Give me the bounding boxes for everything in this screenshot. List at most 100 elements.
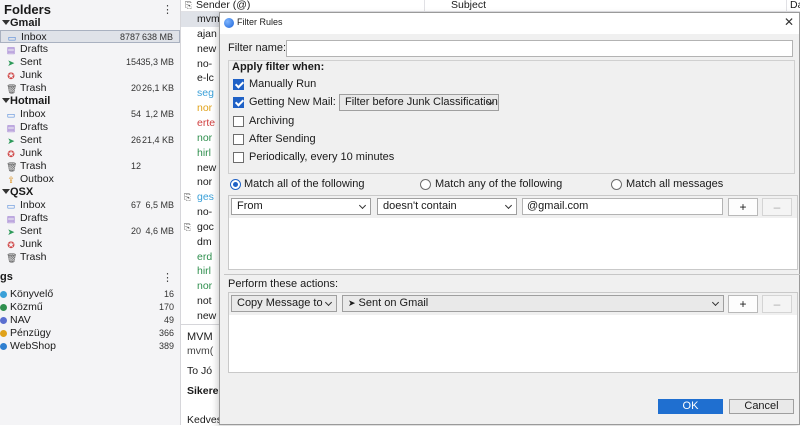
add-action-button[interactable]: + [728,295,758,313]
folder-count: 26 [130,135,141,145]
tag-label: NAV [10,314,31,326]
tag-icon [0,304,7,311]
account-row[interactable]: Hotmail [0,95,180,108]
folder-label: Sent [20,225,42,237]
tag-label: Könyvelő [10,288,54,300]
tag-item[interactable]: WebShop 389 [0,340,180,353]
folder-pane-menu-icon[interactable]: ⋮ [162,3,173,16]
folder-item[interactable]: 🗑 Trash [0,251,180,264]
criteria-row: From doesn't contain @gmail.com + – [229,196,797,218]
criteria-operator-select[interactable]: doesn't contain [377,198,517,215]
criteria-value-input[interactable]: @gmail.com [522,198,723,215]
chevron-down-icon[interactable] [2,20,10,25]
attachment-column-icon[interactable]: ⎘ [185,0,192,11]
remove-action-button[interactable]: – [762,295,792,313]
action-target-value: Sent on Gmail [358,297,429,309]
folder-count: 12 [130,161,141,171]
tag-item[interactable]: Közmű 170 [0,301,180,314]
action-target-select[interactable]: ➤ Sent on Gmail [342,295,724,312]
folder-item[interactable]: ➤ Sent 26 21,4 KB [0,134,180,147]
message-sender: dm [197,235,212,248]
filter-name-input[interactable] [286,40,793,57]
sent-icon: ➤ [7,136,15,146]
trash-icon: 🗑 [6,162,18,172]
dialog-title: Filter Rules [237,17,283,27]
folder-label: Junk [20,69,43,81]
tags-menu-icon[interactable]: ⋮ [162,271,173,284]
message-sender: ajan [197,27,217,40]
match-all-messages-radio[interactable] [611,179,622,190]
account-row[interactable]: Gmail [0,17,180,30]
chevron-down-icon[interactable] [2,189,10,194]
folder-pane: Folders ⋮ Gmail ▭ Inbox 8787 638 MB ▤ Drafts ➤ S… [0,0,181,425]
folder-label: Drafts [20,43,49,55]
match-any-radio[interactable] [420,179,431,190]
after-sending-label: After Sending [249,133,316,145]
preview-title: MVM [187,331,213,343]
trash-icon: 🗑 [6,84,18,94]
archiving-checkbox[interactable] [233,116,244,127]
folder-item[interactable]: ➤ Sent 20 4,6 MB [0,225,180,238]
periodically-label: Periodically, every 10 minutes [249,151,395,163]
drafts-icon: ▤ [6,123,16,133]
sender-column-header[interactable]: Sender (@) [196,0,250,11]
date-column-header[interactable]: Da [786,0,800,12]
folder-item[interactable]: ➤ Sent 154 35,3 MB [0,56,180,69]
after-sending-checkbox[interactable] [233,134,244,145]
remove-criteria-button[interactable]: – [762,198,792,216]
message-sender: nor [197,131,213,144]
add-criteria-button[interactable]: + [728,198,758,216]
inbox-icon: ▭ [6,110,16,120]
subject-column-header[interactable]: Subject [424,0,486,12]
criteria-field-select[interactable]: From [231,198,371,215]
new-mail-timing-select[interactable]: Filter before Junk Classification [339,94,499,111]
folder-label: Sent [20,134,42,146]
action-type-select[interactable]: Copy Message to [231,295,337,312]
tag-count: 16 [163,289,174,299]
tag-icon [0,317,7,324]
folder-label: Drafts [20,212,49,224]
message-sender: no- [197,206,213,219]
match-all-radio[interactable] [230,179,241,190]
folder-item[interactable]: ✪ Junk [0,238,180,251]
folder-item[interactable]: ✪ Junk [0,69,180,82]
manually-run-label: Manually Run [249,78,317,90]
folder-item[interactable]: ▤ Drafts [0,121,180,134]
tags-title: gs [0,271,13,283]
folder-item[interactable]: 🗑 Trash 12 [0,160,180,173]
folder-item[interactable]: ▤ Drafts [0,43,180,56]
message-sender: nor [197,280,213,293]
periodically-checkbox[interactable] [233,152,244,163]
close-icon[interactable]: ✕ [784,15,794,29]
filter-name-label: Filter name: [228,42,287,54]
folder-item[interactable]: ✪ Junk [0,147,180,160]
new-mail-timing-value: Filter before Junk Classification [345,96,498,108]
tag-icon [0,330,7,337]
folder-item[interactable]: ▭ Inbox 54 1,2 MB [0,108,180,121]
tag-icon [0,291,7,298]
message-sender: erd [197,250,213,263]
match-all-messages-label: Match all messages [626,178,724,190]
message-sender: nor [197,176,213,189]
junk-icon: ✪ [7,149,15,159]
folder-size: 35,3 MB [140,57,174,67]
account-row[interactable]: QSX [0,186,180,199]
tag-item[interactable]: Könyvelő 16 [0,288,180,301]
folder-item[interactable]: ▭ Inbox 8787 638 MB [0,30,180,43]
manually-run-checkbox[interactable] [233,79,244,90]
chevron-down-icon[interactable] [2,98,10,103]
folder-item[interactable]: ▭ Inbox 67 6,5 MB [0,199,180,212]
tag-item[interactable]: Pénzügy 366 [0,327,180,340]
getting-new-mail-checkbox[interactable] [233,97,244,108]
account-name: Hotmail [10,95,51,107]
actions-label: Perform these actions: [228,278,339,290]
outbox-icon: ⇪ [7,175,15,185]
apply-filter-group: Apply filter when: Manually Run Getting … [228,60,795,174]
folder-item[interactable]: ▤ Drafts [0,212,180,225]
cancel-button[interactable]: Cancel [729,399,794,414]
folder-item[interactable]: 🗑 Trash 20 26,1 KB [0,82,180,95]
folder-item[interactable]: ⇪ Outbox [0,173,180,186]
tag-item[interactable]: NAV 49 [0,314,180,327]
ok-button[interactable]: OK [658,399,723,414]
criteria-list: From doesn't contain @gmail.com + – [228,195,798,270]
